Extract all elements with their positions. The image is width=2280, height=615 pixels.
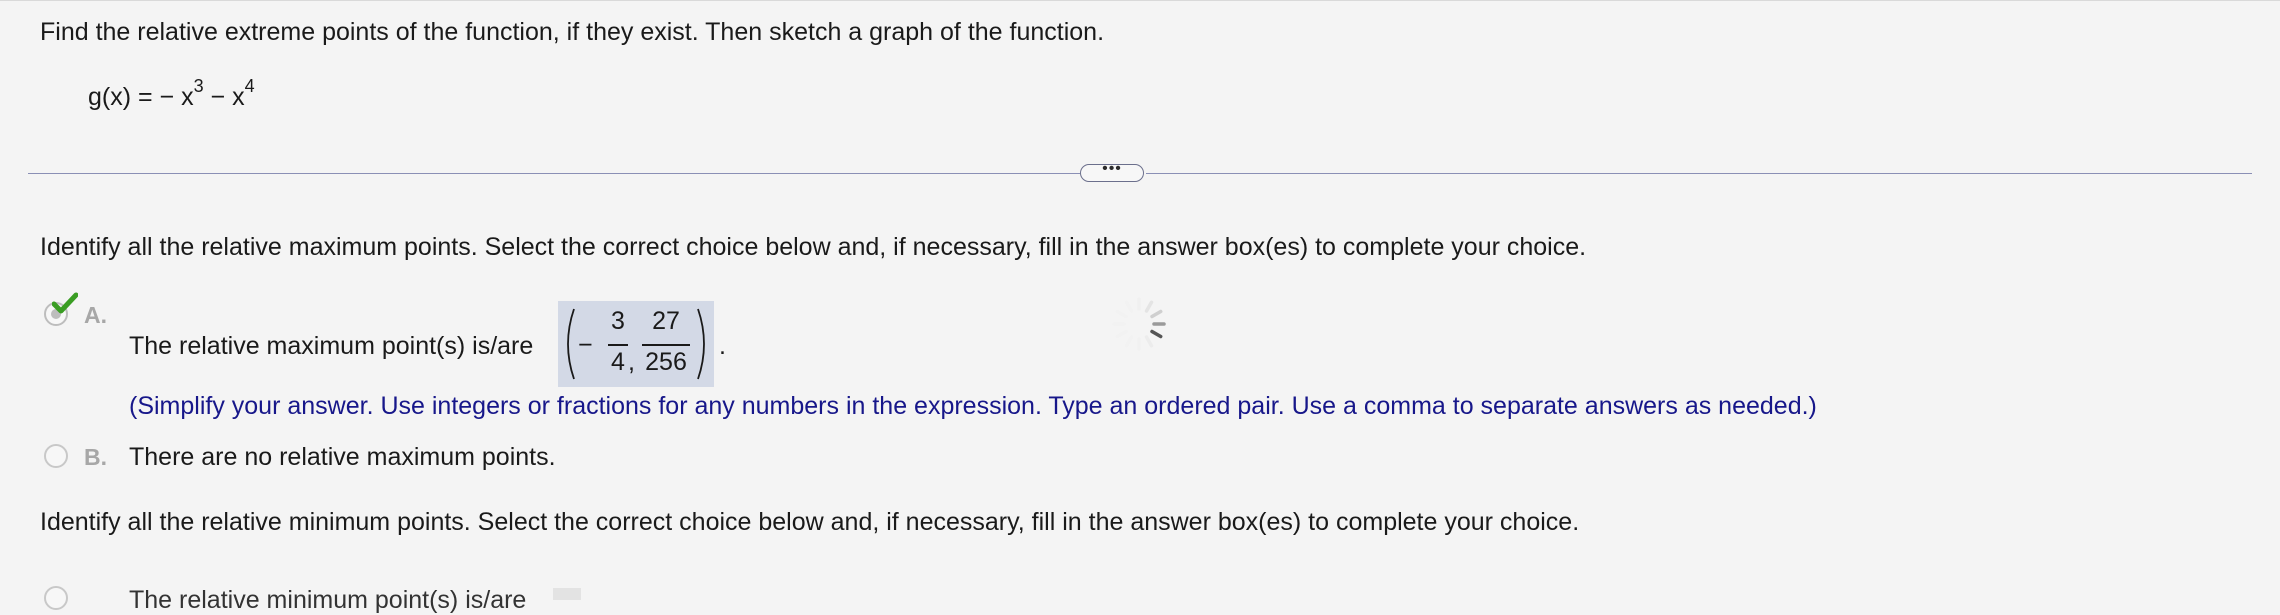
option-b-radio[interactable] [44, 444, 68, 468]
expand-more-button[interactable]: ••• [1080, 161, 1144, 182]
section-divider-left [28, 173, 1080, 174]
answer-box-min[interactable] [553, 588, 581, 600]
min-instruction: Identify all the relative minimum points… [40, 508, 1580, 536]
top-border [0, 0, 2280, 1]
x-numerator: 3 [611, 307, 625, 335]
answer-hint: (Simplify your answer. Use integers or f… [129, 392, 1817, 420]
y-denominator: 256 [645, 348, 687, 376]
function-lhs: g(x) = − x [88, 83, 194, 111]
x-sign: − [578, 331, 593, 359]
x-denominator: 4 [611, 348, 625, 376]
min-option-a-radio[interactable] [44, 586, 68, 610]
option-b-label: B. [84, 444, 107, 470]
exponent-4: 4 [244, 75, 255, 96]
function-mid: − x [203, 83, 245, 111]
exponent-3: 3 [193, 75, 204, 96]
option-a-label: A. [84, 302, 107, 328]
section-divider-right [1146, 173, 2252, 174]
option-b-text: There are no relative maximum points. [129, 443, 556, 471]
pair-comma: , [628, 348, 635, 376]
y-fraction-bar [642, 344, 690, 346]
correct-check-icon [52, 292, 78, 314]
question-prompt: Find the relative extreme points of the … [40, 18, 1105, 46]
min-option-a-text: The relative minimum point(s) is/are [129, 586, 527, 614]
answer-period: . [719, 332, 726, 360]
option-a-text: The relative maximum point(s) is/are [129, 332, 534, 360]
loading-spinner-icon [1112, 297, 1166, 351]
max-instruction: Identify all the relative maximum points… [40, 233, 1587, 261]
answer-box-max[interactable]: − 3 4 , 27 256 [558, 301, 714, 387]
y-numerator: 27 [652, 307, 680, 335]
x-fraction-bar [608, 344, 628, 346]
function-expression: g(x) = − x3 − x4 [88, 77, 255, 112]
